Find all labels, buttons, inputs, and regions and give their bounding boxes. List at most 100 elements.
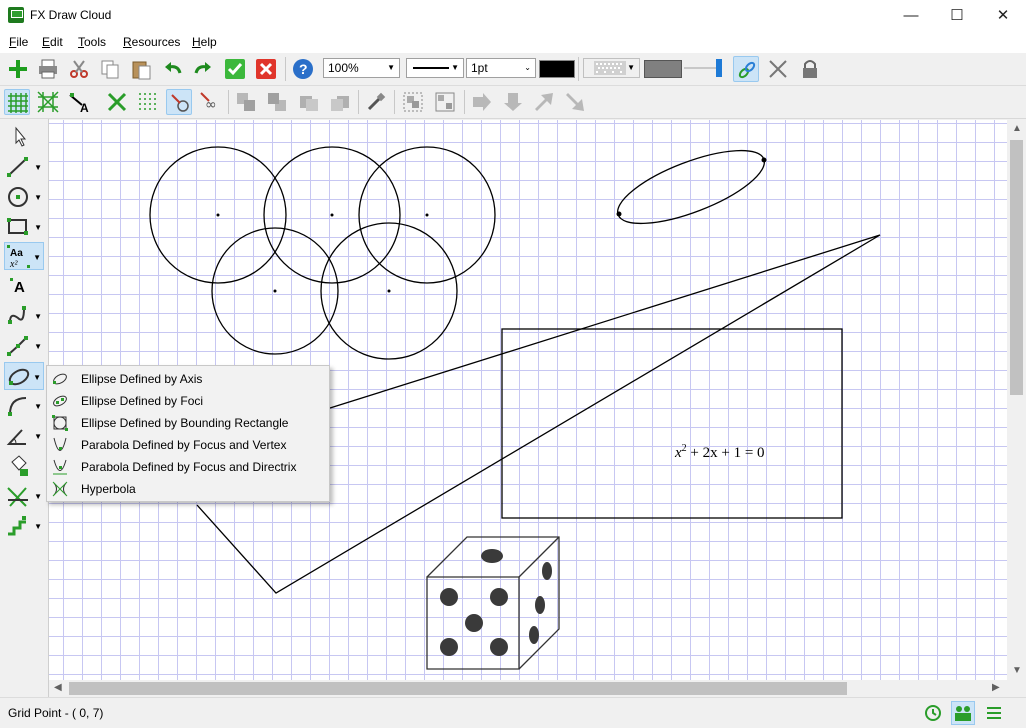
vertical-scroll-thumb[interactable] — [1010, 140, 1023, 395]
snap-grid-button[interactable] — [35, 89, 61, 115]
menu-tools[interactable]: Tools — [78, 35, 106, 49]
menu-file[interactable]: File — [9, 35, 28, 49]
line-width-select[interactable]: 1pt ⌄ — [466, 58, 536, 78]
redo-button[interactable] — [190, 56, 216, 82]
equation-text[interactable]: x2 + 2x + 1 = 0 — [675, 443, 765, 462]
fill-color-swatch[interactable] — [644, 60, 682, 78]
menu-edit[interactable]: Edit — [42, 35, 63, 49]
arc-tool[interactable]: ▼ — [4, 392, 44, 420]
vertical-scrollbar[interactable]: ▲ ▼ — [1007, 120, 1026, 680]
chevron-down-icon: ▼ — [34, 223, 42, 232]
equation-variable: x — [675, 445, 682, 461]
menu-item-parabola-vertex[interactable]: Parabola Defined by Focus and Vertex — [47, 434, 329, 456]
history-icon[interactable] — [924, 704, 942, 722]
menu-help[interactable]: Help — [192, 35, 217, 49]
curve-tool-icon — [8, 306, 26, 324]
unlink-button[interactable] — [765, 56, 791, 82]
line-tool[interactable]: ▼ — [4, 153, 44, 181]
send-backward-button[interactable] — [327, 89, 353, 115]
copy-icon — [101, 60, 119, 79]
equation-rest: + 2x + 1 = 0 — [686, 445, 765, 461]
rotate-button[interactable] — [531, 89, 557, 115]
accept-icon — [225, 59, 245, 79]
step-icon — [8, 516, 26, 536]
chevron-down-icon: ▼ — [34, 312, 42, 321]
intersect-tool[interactable]: ▼ — [4, 482, 44, 510]
close-button[interactable]: ✕ — [980, 0, 1026, 31]
clear-icon — [107, 92, 127, 112]
bring-front-button[interactable] — [233, 89, 259, 115]
scroll-right-icon[interactable]: ▶ — [992, 682, 1000, 693]
rectangle-tool[interactable]: ▼ — [4, 213, 44, 241]
link-button[interactable] — [733, 56, 759, 82]
scroll-left-icon[interactable]: ◀ — [54, 682, 62, 693]
copy-button[interactable] — [97, 56, 123, 82]
minimize-button[interactable]: — — [888, 0, 934, 31]
polyline-tool[interactable]: ▼ — [4, 332, 44, 360]
chevron-down-icon: ▼ — [34, 402, 42, 411]
menu-item-ellipse-axis[interactable]: Ellipse Defined by Axis — [47, 368, 329, 390]
maximize-button[interactable]: ☐ — [934, 0, 980, 31]
collaborate-button[interactable] — [951, 701, 975, 725]
move-down-button[interactable] — [500, 89, 526, 115]
grid-toggle-button[interactable] — [4, 89, 30, 115]
menu-lines-icon[interactable] — [985, 704, 1003, 722]
help-button[interactable]: ? — [290, 56, 316, 82]
lock-button[interactable] — [797, 56, 823, 82]
zoom-select[interactable]: 100% ▼ — [323, 58, 400, 78]
attach-button[interactable] — [166, 89, 192, 115]
line-color-swatch[interactable] — [539, 60, 575, 78]
dots-grid-button[interactable] — [135, 89, 161, 115]
angle-tool[interactable]: ▼ — [4, 422, 44, 450]
menu-item-parabola-directrix[interactable]: Parabola Defined by Focus and Directrix — [47, 456, 329, 478]
new-button[interactable] — [5, 56, 31, 82]
move-right-button[interactable] — [469, 89, 495, 115]
opacity-slider-handle[interactable] — [716, 59, 722, 77]
pointer-tool[interactable] — [4, 123, 44, 151]
line-tool-icon — [7, 157, 28, 177]
ellipse-tool[interactable]: ▼ — [4, 362, 44, 390]
line-style-select[interactable]: ▼ — [406, 58, 464, 78]
fill-tool[interactable] — [4, 452, 44, 480]
flip-button[interactable] — [562, 89, 588, 115]
ungroup-button[interactable] — [432, 89, 458, 115]
group-button[interactable] — [400, 89, 426, 115]
print-icon — [39, 59, 57, 79]
menu-item-ellipse-foci[interactable]: Ellipse Defined by Foci — [47, 390, 329, 412]
cancel-button[interactable] — [253, 56, 279, 82]
scroll-down-icon[interactable]: ▼ — [1012, 665, 1022, 676]
infinite-line-button[interactable]: ∞ — [197, 89, 223, 115]
chevron-down-icon: ▼ — [34, 163, 42, 172]
menu-resources[interactable]: Resources — [123, 35, 180, 49]
menu-item-hyperbola[interactable]: Hyperbola — [47, 478, 329, 500]
horizontal-scrollbar[interactable]: ◀ ▶ — [49, 680, 1007, 697]
send-back-button[interactable] — [264, 89, 290, 115]
opacity-slider-track[interactable] — [684, 67, 720, 69]
arrow-right-icon — [473, 93, 491, 111]
fill-pattern-select[interactable]: ▼ — [583, 58, 640, 78]
accept-button[interactable] — [222, 56, 248, 82]
print-button[interactable] — [35, 56, 61, 82]
pointer-icon — [15, 126, 27, 147]
paste-button[interactable] — [128, 56, 154, 82]
math-text-tool[interactable]: Aa x² ▼ — [4, 242, 44, 270]
scroll-up-icon[interactable]: ▲ — [1012, 123, 1022, 134]
circle-tool[interactable]: ▼ — [4, 183, 44, 211]
step-tool[interactable]: ▼ — [4, 512, 44, 540]
undo-button[interactable] — [160, 56, 186, 82]
svg-text:x²: x² — [9, 259, 18, 269]
curve-tool[interactable]: ▼ — [4, 302, 44, 330]
lock-icon — [803, 60, 817, 78]
format-brush-button[interactable] — [363, 89, 389, 115]
horizontal-scroll-thumb[interactable] — [69, 682, 847, 695]
cut-button[interactable] — [66, 56, 92, 82]
menu-bar: File Edit Tools Resources Help — [0, 31, 1026, 53]
menu-item-ellipse-bounding[interactable]: Ellipse Defined by Bounding Rectangle — [47, 412, 329, 434]
angle-tool-icon — [6, 429, 26, 445]
clear-button[interactable] — [104, 89, 130, 115]
bring-forward-button[interactable] — [296, 89, 322, 115]
point-label-button[interactable]: A — [66, 89, 92, 115]
text-tool[interactable]: A — [4, 272, 44, 300]
bring-forward-icon — [300, 96, 318, 111]
hyperbola-icon — [52, 481, 68, 497]
